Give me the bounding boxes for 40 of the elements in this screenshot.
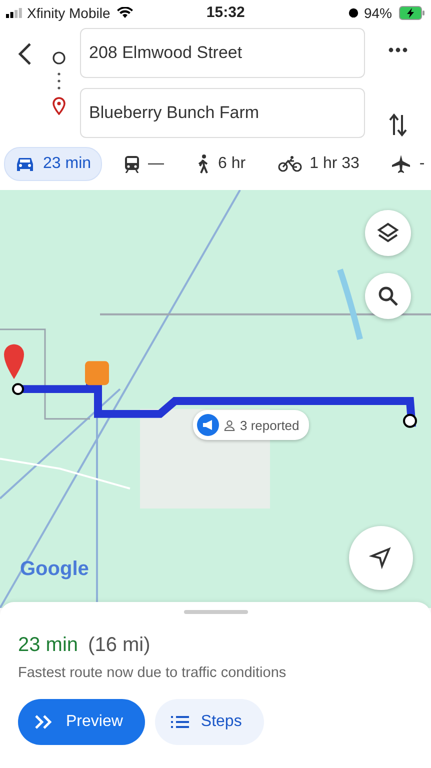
battery-percent: 94% — [364, 4, 392, 20]
travel-mode-tab[interactable]: 1 hr 33 — [268, 148, 370, 180]
steps-button[interactable]: Steps — [154, 699, 264, 745]
dotted-line-icon — [57, 71, 61, 91]
megaphone-icon — [197, 414, 219, 436]
back-icon[interactable] — [18, 42, 32, 66]
airplane-icon — [391, 154, 412, 174]
more-icon[interactable] — [388, 47, 408, 53]
person-icon — [224, 420, 235, 430]
travel-mode-tab[interactable]: 23 min — [4, 147, 102, 181]
origin-field[interactable]: 208 Elmwood Street — [80, 28, 365, 78]
wifi-icon — [117, 6, 134, 18]
battery-charging-icon — [398, 6, 425, 20]
swap-icon[interactable] — [389, 113, 407, 137]
search-icon — [377, 285, 399, 307]
carrier-name: Xfinity Mobile — [27, 4, 110, 20]
google-logo: Google — [20, 558, 89, 581]
route-note: Fastest route now due to traffic conditions — [18, 665, 288, 681]
signal-icon — [6, 8, 22, 18]
bicycle-icon — [278, 156, 302, 172]
travel-mode-tab[interactable]: - — [381, 147, 431, 181]
layers-icon — [377, 222, 399, 244]
travel-mode-tab[interactable]: — — [114, 148, 174, 180]
train-icon — [124, 155, 140, 173]
navigation-arrow-icon — [369, 546, 393, 570]
walking-person-icon — [196, 154, 210, 174]
destination-pin-icon — [52, 97, 66, 115]
route-distance: (16 mi) — [88, 634, 150, 657]
clock-time: 15:32 — [206, 4, 246, 21]
destination-field[interactable]: Blueberry Bunch Farm — [80, 88, 365, 138]
double-chevron-icon — [34, 714, 54, 730]
traffic-callout[interactable]: 3 reported — [193, 410, 310, 440]
route-duration: 23 min — [18, 634, 78, 657]
list-icon — [170, 715, 189, 729]
origin-circle-icon — [52, 51, 66, 65]
sheet-handle[interactable] — [184, 610, 248, 614]
reported-count: 3 reported — [240, 418, 300, 432]
car-icon — [15, 156, 35, 172]
preview-button[interactable]: Preview — [18, 699, 145, 745]
travel-mode-tab[interactable]: 6 hr — [186, 147, 256, 181]
